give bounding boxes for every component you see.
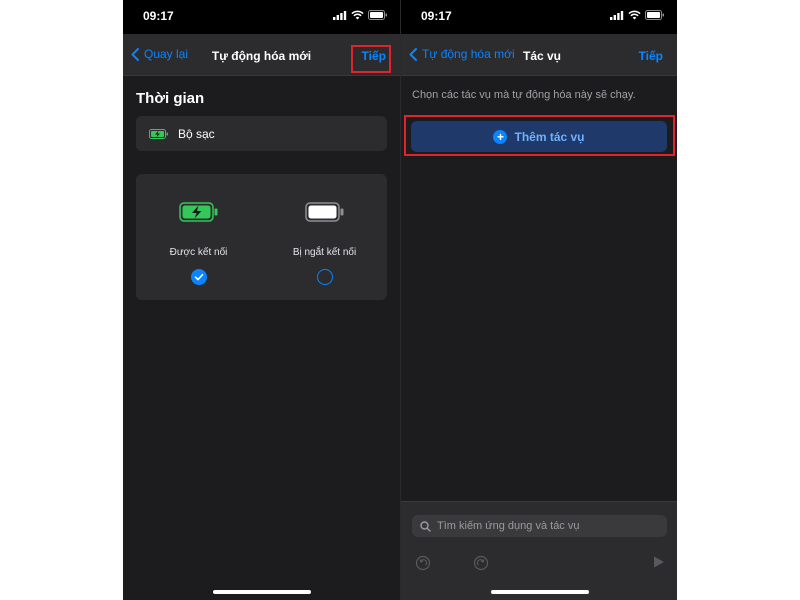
back-button-label: Quay lại	[144, 47, 189, 61]
action-search-panel: Tìm kiếm ứng dụng và tác vụ	[401, 501, 677, 600]
next-button[interactable]: Tiếp	[362, 49, 386, 63]
status-time: 09:17	[143, 9, 174, 23]
chevron-left-icon	[131, 47, 139, 61]
option-disconnected[interactable]: Bị ngắt kết nối	[262, 174, 387, 300]
instruction-text: Chọn các tác vụ mà tự động hóa này sẽ ch…	[412, 89, 636, 101]
section-title: Thời gian	[136, 90, 205, 107]
plus-circle-icon: +	[493, 129, 508, 144]
battery-full-icon	[304, 202, 343, 222]
battery-charging-icon	[149, 128, 168, 139]
battery-status-icon	[368, 10, 387, 20]
chevron-left-icon	[409, 47, 417, 61]
search-icon	[420, 520, 431, 532]
option-disconnected-label: Bị ngắt kết nối	[292, 247, 357, 258]
back-button[interactable]: Quay lại	[131, 47, 188, 61]
home-indicator	[213, 590, 311, 594]
play-icon[interactable]	[652, 555, 666, 569]
status-icons	[610, 10, 665, 20]
next-button[interactable]: Tiếp	[639, 49, 663, 63]
option-connected-label: Được kết nối	[169, 247, 228, 258]
radio-unchecked[interactable]	[317, 269, 333, 285]
signal-icon	[333, 10, 347, 20]
home-indicator	[491, 590, 589, 594]
charger-options-card: Được kết nối Bị ngắt kết nối	[136, 174, 387, 300]
search-input[interactable]: Tìm kiếm ứng dụng và tác vụ	[412, 515, 667, 537]
trigger-row-charger[interactable]: Bộ sạc	[136, 116, 387, 151]
back-button[interactable]: Tự động hóa mới	[409, 47, 515, 61]
phone-screen-new-automation: 09:17 Quay lại Tự động hóa mới Tiếp Thời…	[123, 0, 400, 600]
checkmark-icon	[194, 273, 204, 281]
status-bar: 09:17	[401, 0, 677, 34]
status-time: 09:17	[421, 9, 452, 23]
navigation-bar: Quay lại Tự động hóa mới Tiếp	[123, 34, 400, 76]
screenshot-stage: 09:17 Quay lại Tự động hóa mới Tiếp Thời…	[0, 0, 800, 600]
option-connected[interactable]: Được kết nối	[136, 174, 261, 300]
undo-icon[interactable]	[415, 555, 431, 571]
radio-checked[interactable]	[191, 269, 207, 285]
navigation-bar: Tự động hóa mới Tác vụ Tiếp	[401, 34, 677, 76]
battery-status-icon	[645, 10, 664, 20]
trigger-label: Bộ sạc	[178, 126, 215, 141]
phone-screen-actions: 09:17 Tự động hóa mới Tác vụ Tiếp Chọn c…	[400, 0, 677, 600]
back-button-label: Tự động hóa mới	[422, 47, 515, 61]
status-bar: 09:17	[123, 0, 400, 34]
wifi-icon	[628, 10, 641, 20]
redo-icon[interactable]	[473, 555, 489, 571]
page-title: Tác vụ	[523, 49, 562, 63]
status-icons	[333, 10, 388, 20]
wifi-icon	[351, 10, 364, 20]
signal-icon	[610, 10, 624, 20]
search-placeholder: Tìm kiếm ứng dụng và tác vụ	[437, 520, 580, 532]
add-action-label: Thêm tác vụ	[514, 129, 585, 144]
add-action-button[interactable]: + Thêm tác vụ	[411, 121, 667, 152]
battery-charging-icon	[178, 202, 217, 222]
